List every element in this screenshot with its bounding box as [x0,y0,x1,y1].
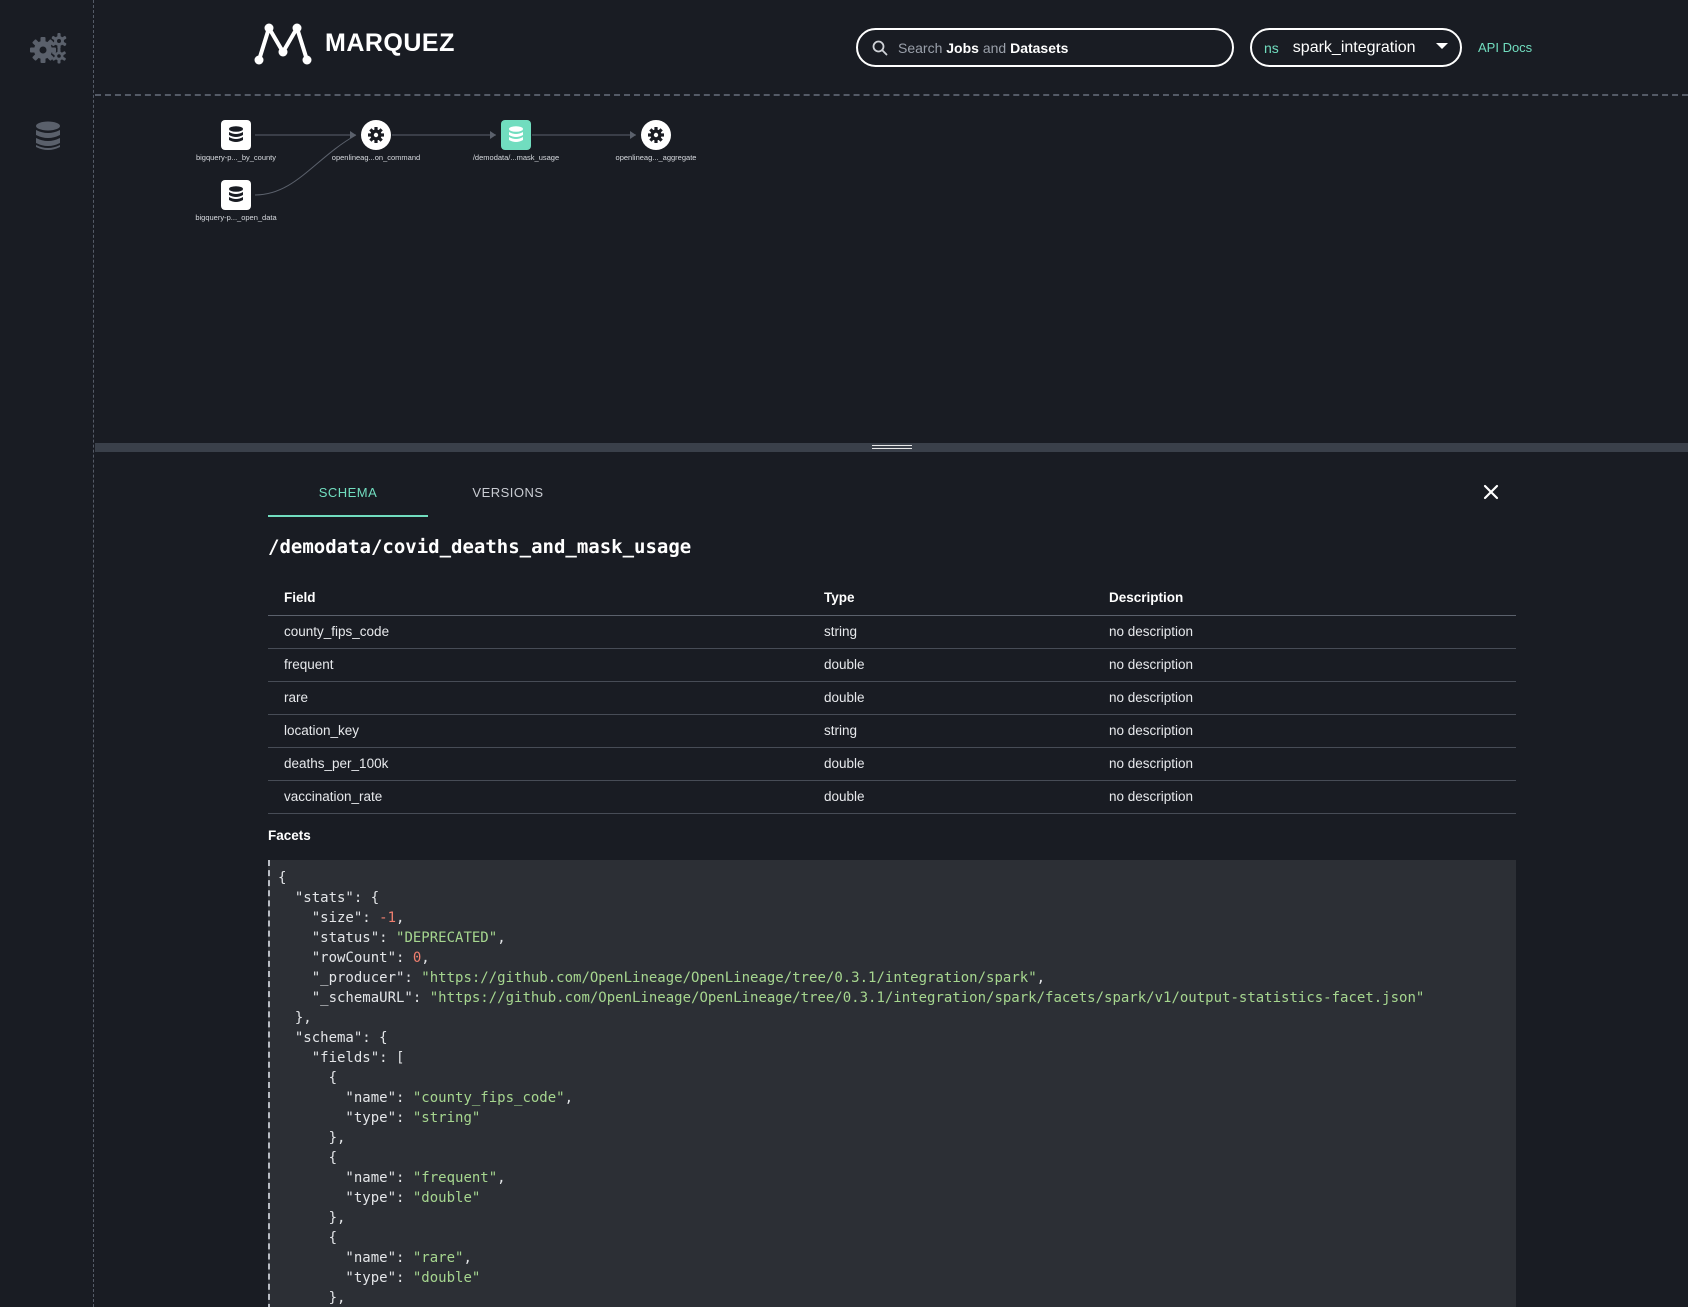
json-value: DEPRECATED [404,930,489,946]
type-cell: string [808,615,1093,649]
column-header-field: Field [268,580,808,616]
brand-name: MARQUEZ [325,28,455,57]
type-cell: double [808,780,1093,814]
sidebar [0,0,94,1307]
description-cell: no description [1093,780,1516,814]
database-icon [229,126,243,142]
json-value: https://github.com/OpenLineage/OpenLinea… [429,970,1029,986]
header: MARQUEZ Search Jobs and Datasets ns spar… [95,0,1688,96]
dataset-node[interactable] [221,180,251,210]
table-row: deaths_per_100k double no description [268,747,1516,781]
dataset-title: /demodata/covid_deaths_and_mask_usage [268,536,692,558]
field-cell: frequent [268,648,808,682]
table-row: frequent double no description [268,648,1516,682]
json-value: rare [421,1250,456,1266]
dataset-node-selected[interactable] [501,120,531,150]
type-cell: string [808,714,1093,748]
lineage-graph[interactable]: bigquery-p..._by_county bigquery-p..._op… [95,98,1688,443]
logo[interactable]: MARQUEZ [253,20,455,66]
gear-icon [648,127,664,143]
caret-down-icon [1436,43,1448,49]
node-label: bigquery-p..._by_county [195,153,277,162]
table-row: vaccination_rate double no description [268,780,1516,814]
namespace-value: spark_integration [1292,38,1416,56]
gear-icon [368,127,384,143]
tab-schema[interactable]: SCHEMA [268,475,428,517]
description-cell: no description [1093,648,1516,682]
resize-handle[interactable] [872,445,912,449]
field-cell: county_fips_code [268,615,808,649]
description-cell: no description [1093,747,1516,781]
job-node[interactable] [361,120,391,150]
node-label: bigquery-p..._open_data [195,213,277,222]
facets-json-viewer[interactable]: { "stats": { "size": -1, "status": "DEPR… [268,860,1516,1307]
close-icon[interactable] [1481,482,1501,502]
search-input[interactable]: Search Jobs and Datasets [856,28,1234,67]
description-cell: no description [1093,615,1516,649]
marquez-logo-icon [254,23,312,65]
facets-heading: Facets [268,828,311,843]
dataset-node[interactable] [221,120,251,150]
database-icon[interactable] [28,116,68,156]
table-row: rare double no description [268,681,1516,715]
description-cell: no description [1093,714,1516,748]
table-row: location_key string no description [268,714,1516,748]
description-cell: no description [1093,681,1516,715]
type-cell: double [808,681,1093,715]
json-value: string [421,1110,472,1126]
type-cell: double [808,747,1093,781]
column-header-type: Type [808,580,1093,616]
column-header-description: Description [1093,580,1516,616]
field-cell: location_key [268,714,808,748]
table-row: county_fips_code string no description [268,615,1516,649]
json-value: frequent [421,1170,489,1186]
search-placeholder: Search Jobs and Datasets [898,39,1069,56]
gears-icon[interactable] [28,28,68,68]
tabs: SCHEMA VERSIONS [268,475,588,517]
json-value: double [421,1270,472,1286]
type-cell: double [808,648,1093,682]
node-label: /demodata/...mask_usage [472,153,560,162]
tab-versions[interactable]: VERSIONS [428,475,588,517]
json-value: double [421,1190,472,1206]
job-node[interactable] [641,120,671,150]
dataset-detail-panel: SCHEMA VERSIONS /demodata/covid_deaths_a… [95,452,1688,1307]
node-label: openlineag..._aggregate [615,153,697,162]
api-docs-link[interactable]: API Docs [1478,40,1532,55]
field-cell: vaccination_rate [268,780,808,814]
search-icon [872,40,888,55]
database-icon [229,186,243,202]
json-value: https://github.com/OpenLineage/OpenLinea… [438,990,1416,1006]
table-header-row: Field Type Description [268,580,1516,616]
json-value: county_fips_code [421,1090,557,1106]
json-value: -1 [379,910,397,926]
namespace-label: ns [1264,39,1279,56]
json-value: 0 [412,950,422,966]
database-icon [509,126,523,142]
schema-table: Field Type Description county_fips_code s… [268,580,1516,814]
graph-edges [254,131,636,196]
namespace-select[interactable]: ns spark_integration [1250,28,1462,67]
field-cell: deaths_per_100k [268,747,808,781]
field-cell: rare [268,681,808,715]
node-label: openlineag...on_command [331,153,421,162]
